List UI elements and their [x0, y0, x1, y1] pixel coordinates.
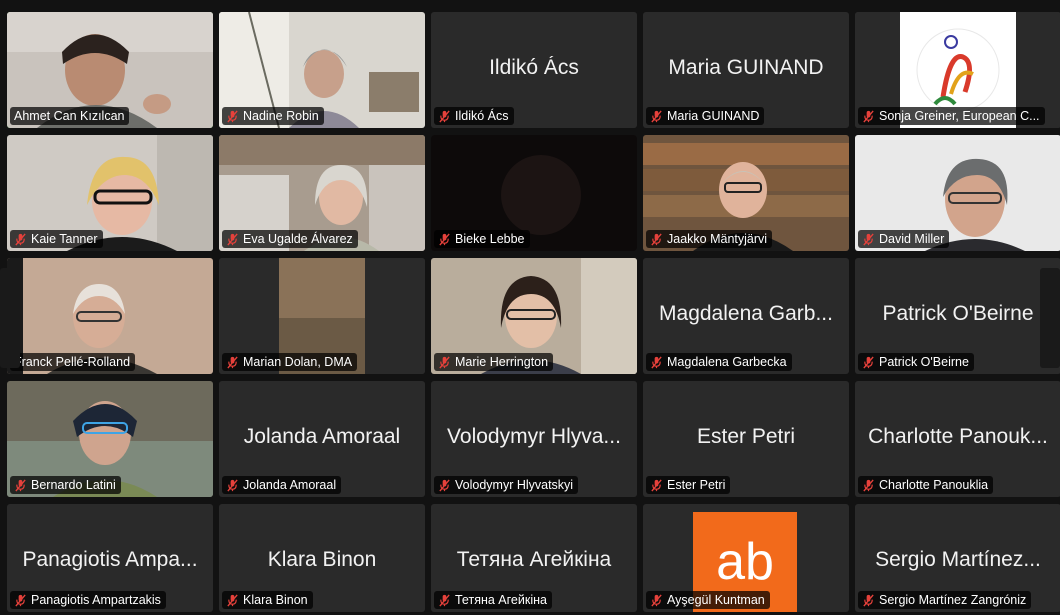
participant-name-label: Тетяна Агейкіна: [434, 591, 552, 609]
participant-tile[interactable]: ab Ayşegül Kuntman: [643, 504, 849, 612]
next-page-tab[interactable]: [1040, 268, 1060, 368]
muted-mic-icon: [651, 593, 662, 607]
participant-name-label: Marie Herrington: [434, 353, 554, 371]
muted-mic-icon: [863, 593, 874, 607]
muted-mic-icon: [227, 355, 238, 369]
muted-mic-icon: [15, 478, 26, 492]
participant-tile[interactable]: Maria GUINAND Maria GUINAND: [643, 12, 849, 128]
participant-tile[interactable]: Bernardo Latini: [7, 381, 213, 497]
participant-tile[interactable]: Sonja Greiner, European C...: [855, 12, 1060, 128]
participant-tile[interactable]: Patrick O'Beirne Patrick O'Beirne: [855, 258, 1060, 374]
muted-mic-icon: [651, 478, 662, 492]
participant-display-name: Ildikó Ács: [489, 56, 579, 79]
participant-name-label: Charlotte Panouklia: [858, 476, 994, 494]
muted-mic-icon: [227, 109, 238, 123]
participant-name-label: Marian Dolan, DMA: [222, 353, 358, 371]
muted-mic-icon: [227, 232, 238, 246]
participant-display-name: Patrick O'Beirne: [882, 302, 1034, 325]
participant-tile[interactable]: Eva Ugalde Álvarez: [219, 135, 425, 251]
participant-name-label: Bernardo Latini: [10, 476, 121, 494]
participant-tile[interactable]: Nadine Robin: [219, 12, 425, 128]
participant-name-label: Ildikó Ács: [434, 107, 514, 125]
participant-tile[interactable]: Magdalena Garb... Magdalena Garbecka: [643, 258, 849, 374]
muted-mic-icon: [15, 232, 26, 246]
participant-tile[interactable]: Panagiotis Ampa... Panagiotis Ampartzaki…: [7, 504, 213, 612]
participant-display-name: Sergio Martínez...: [875, 548, 1041, 571]
participant-name-label: Magdalena Garbecka: [646, 353, 792, 371]
participant-tile[interactable]: Jaakko Mäntyjärvi: [643, 135, 849, 251]
participant-name-label: Sergio Martínez Zangróniz: [858, 591, 1032, 609]
muted-mic-icon: [863, 478, 874, 492]
participant-name-label: Ayşegül Kuntman: [646, 591, 770, 609]
participant-display-name: Klara Binon: [267, 548, 377, 571]
participant-display-name: Jolanda Amoraal: [243, 425, 401, 448]
participant-tile[interactable]: David Miller: [855, 135, 1060, 251]
muted-mic-icon: [227, 593, 238, 607]
participant-name-label: Nadine Robin: [222, 107, 324, 125]
participant-name-label: David Miller: [858, 230, 950, 248]
muted-mic-icon: [439, 355, 450, 369]
participant-name-label: Klara Binon: [222, 591, 313, 609]
participant-name-label: Sonja Greiner, European C...: [858, 107, 1045, 125]
participant-display-name: Charlotte Panouk...: [868, 425, 1048, 448]
participant-name-label: Kaie Tanner: [10, 230, 103, 248]
prev-page-tab[interactable]: [0, 268, 20, 368]
participant-tile[interactable]: Jolanda Amoraal Jolanda Amoraal: [219, 381, 425, 497]
participant-name-label: Jolanda Amoraal: [222, 476, 342, 494]
muted-mic-icon: [439, 109, 450, 123]
participant-tile[interactable]: Volodymyr Hlyva... Volodymyr Hlyvatskyi: [431, 381, 637, 497]
participant-tile[interactable]: Kaie Tanner: [7, 135, 213, 251]
participant-tile[interactable]: Ester Petri Ester Petri: [643, 381, 849, 497]
participant-tile[interactable]: Marie Herrington: [431, 258, 637, 374]
participant-display-name: Volodymyr Hlyva...: [447, 425, 621, 448]
participant-display-name: Magdalena Garb...: [659, 302, 833, 325]
participant-name-label: Franck Pellé-Rolland: [10, 353, 136, 371]
participant-name-label: Ahmet Can Kızılcan: [10, 107, 130, 125]
muted-mic-icon: [863, 232, 874, 246]
gallery-grid: Ahmet Can Kızılcan Nadine Robin Ildikó Á…: [7, 12, 1060, 612]
muted-mic-icon: [651, 232, 662, 246]
participant-name-label: Panagiotis Ampartzakis: [10, 591, 166, 609]
participant-display-name: Тетяна Агейкіна: [456, 548, 612, 571]
participant-display-name: Ester Petri: [696, 425, 796, 448]
participant-display-name: Panagiotis Ampa...: [22, 548, 198, 571]
participant-name-label: Maria GUINAND: [646, 107, 765, 125]
participant-tile[interactable]: Sergio Martínez... Sergio Martínez Zangr…: [855, 504, 1060, 612]
muted-mic-icon: [15, 593, 26, 607]
muted-mic-icon: [651, 355, 662, 369]
avatar-initials: ab: [716, 533, 774, 591]
participant-tile[interactable]: Ahmet Can Kızılcan: [7, 12, 213, 128]
participant-tile[interactable]: Charlotte Panouk... Charlotte Panouklia: [855, 381, 1060, 497]
participant-name-label: Volodymyr Hlyvatskyi: [434, 476, 579, 494]
muted-mic-icon: [439, 478, 450, 492]
muted-mic-icon: [863, 355, 874, 369]
participant-name-label: Jaakko Mäntyjärvi: [646, 230, 773, 248]
muted-mic-icon: [439, 593, 450, 607]
participant-tile[interactable]: Тетяна Агейкіна Тетяна Агейкіна: [431, 504, 637, 612]
participant-name-label: Bieke Lebbe: [434, 230, 530, 248]
muted-mic-icon: [439, 232, 450, 246]
participant-tile[interactable]: Marian Dolan, DMA: [219, 258, 425, 374]
participant-tile[interactable]: Ildikó Ács Ildikó Ács: [431, 12, 637, 128]
participant-name-label: Ester Petri: [646, 476, 731, 494]
participant-tile[interactable]: Franck Pellé-Rolland: [7, 258, 213, 374]
participant-display-name: Maria GUINAND: [668, 56, 824, 79]
participant-tile[interactable]: Bieke Lebbe: [431, 135, 637, 251]
participant-tile[interactable]: Klara Binon Klara Binon: [219, 504, 425, 612]
participant-name-label: Eva Ugalde Álvarez: [222, 230, 358, 248]
muted-mic-icon: [227, 478, 238, 492]
muted-mic-icon: [651, 109, 662, 123]
muted-mic-icon: [863, 109, 874, 123]
participant-name-label: Patrick O'Beirne: [858, 353, 974, 371]
